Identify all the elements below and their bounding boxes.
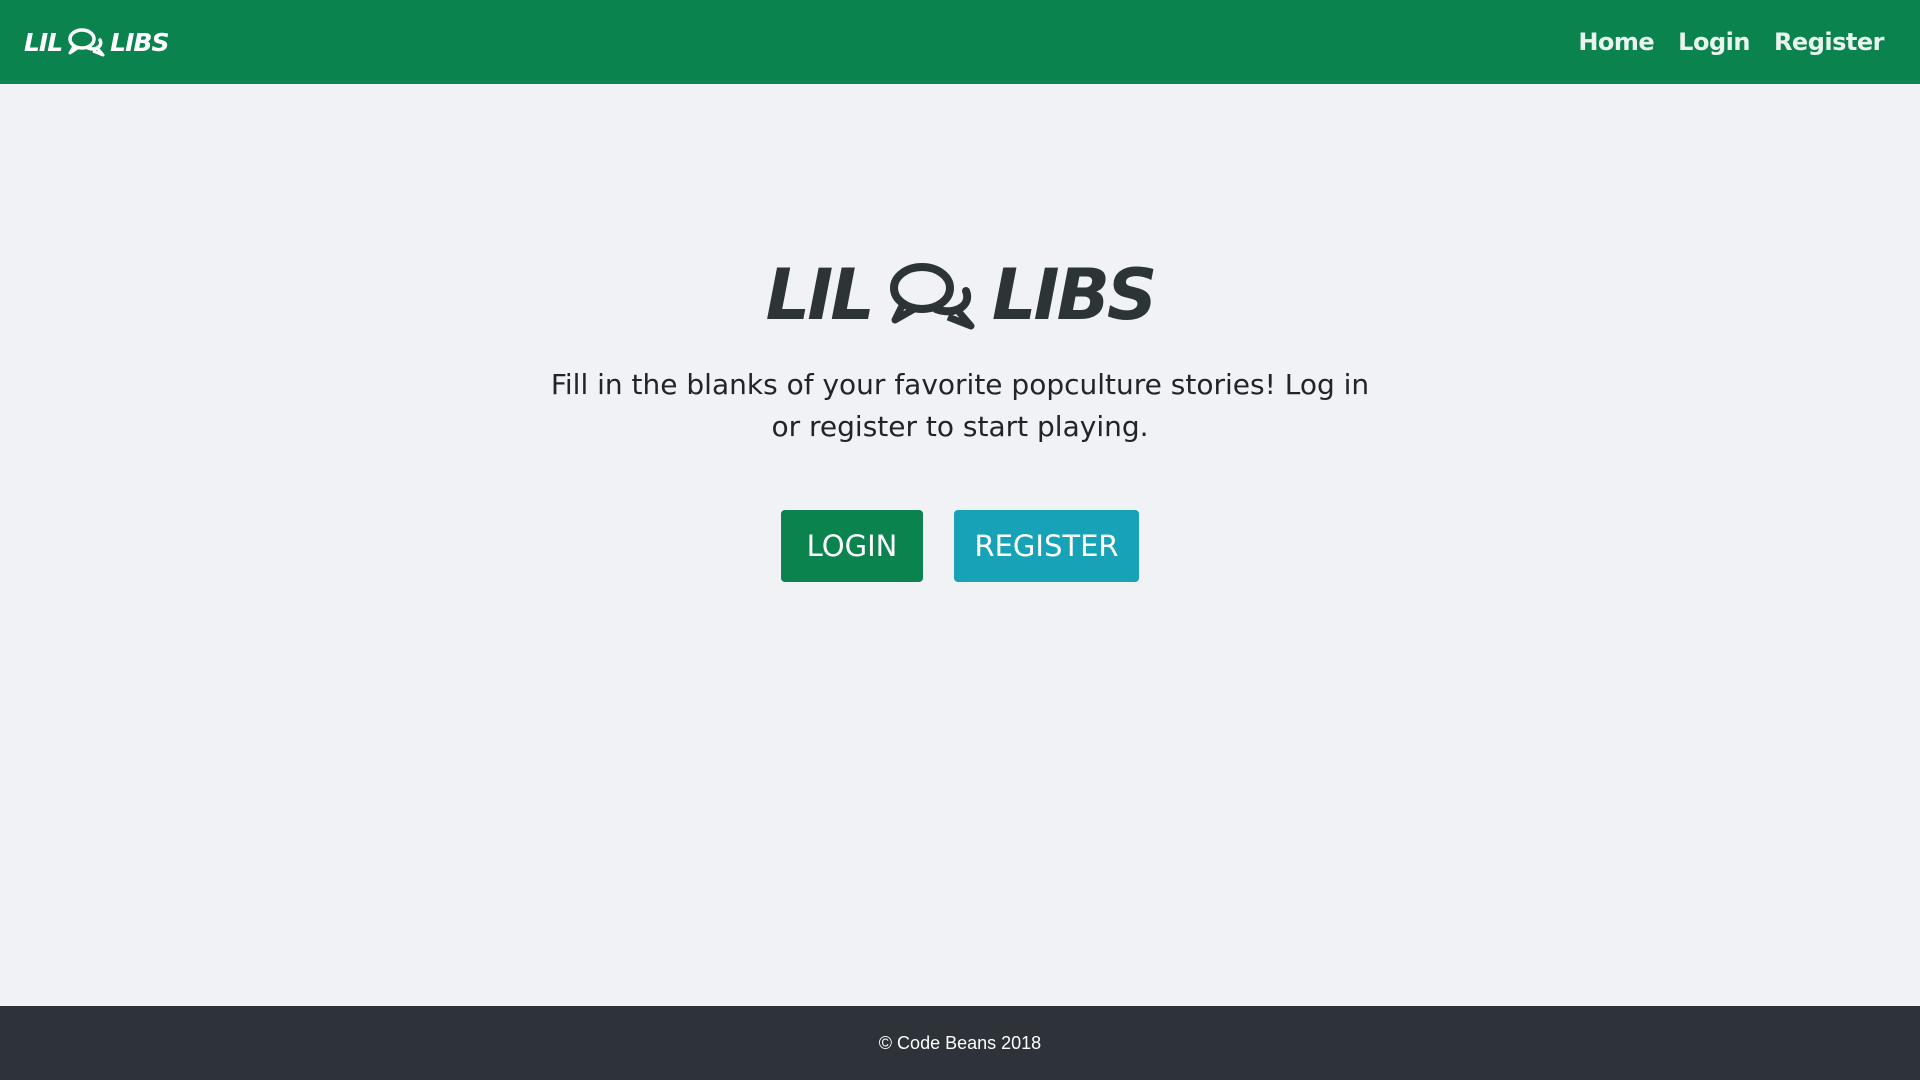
hero-tagline: Fill in the blanks of your favorite popc… (550, 368, 1370, 443)
navbar: LIL LIBS Home Login Register (0, 0, 1920, 84)
hero-actions: LOGIN REGISTER (0, 510, 1920, 582)
speech-bubbles-icon (68, 28, 105, 57)
nav-link-home[interactable]: Home (1578, 28, 1654, 56)
speech-bubbles-icon (889, 263, 975, 330)
register-button[interactable]: REGISTER (954, 510, 1139, 582)
nav-link-register[interactable]: Register (1774, 28, 1885, 56)
brand-text-right: LIBS (110, 27, 169, 57)
footer: © Code Beans 2018 (0, 1006, 1920, 1080)
login-button[interactable]: LOGIN (781, 510, 923, 582)
nav-links: Home Login Register (1578, 28, 1884, 56)
hero-logo-text-left: LIL (765, 254, 875, 336)
brand-logo[interactable]: LIL LIBS (24, 27, 169, 57)
nav-link-login[interactable]: Login (1678, 28, 1750, 56)
hero-section: LIL LIBS Fill in the blanks of your favo… (0, 84, 1920, 1006)
brand-text-left: LIL (24, 27, 63, 57)
hero-logo: LIL LIBS (0, 260, 1920, 330)
hero-logo-text-right: LIBS (991, 254, 1157, 336)
footer-copyright: © Code Beans 2018 (878, 1032, 1042, 1053)
